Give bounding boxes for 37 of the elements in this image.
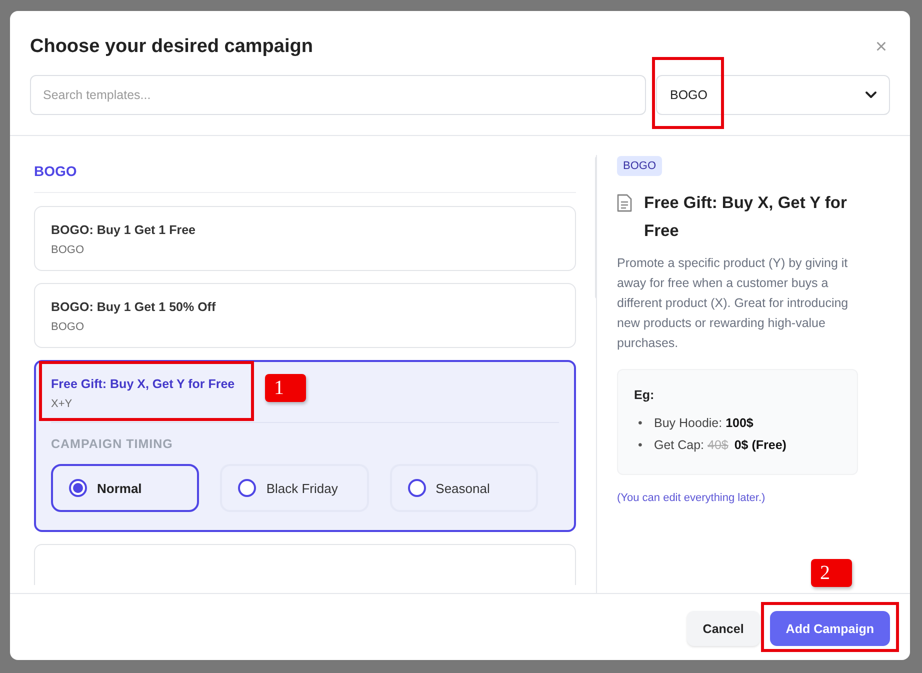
template-card[interactable]: BOGO: Buy 1 Get 1 50% Off BOGO <box>34 283 576 348</box>
template-title: Free Gift: Buy X, Get Y for Free <box>51 376 235 393</box>
bullet: • <box>638 415 644 432</box>
example-item: Buy Hoodie: 100$ <box>654 415 754 432</box>
preview-title: Free Gift: Buy X, Get Y for Free <box>644 193 848 242</box>
chevron-down-icon <box>865 91 877 99</box>
radio-icon <box>238 479 256 497</box>
radio-icon <box>69 479 87 497</box>
example-heading: Eg: <box>634 388 654 402</box>
template-category: BOGO <box>51 320 84 335</box>
template-title: BOGO: Buy 1 Get 1 50% Off <box>51 299 216 316</box>
example-item: Get Cap: 40$ 0$ (Free) <box>654 437 786 454</box>
dialog-title: Choose your desired campaign <box>30 36 313 58</box>
template-title: BOGO: Buy 1 Get 1 Free <box>51 222 196 239</box>
radio-icon <box>408 479 426 497</box>
edit-note: (You can edit everything later.) <box>617 492 766 504</box>
template-category: X+Y <box>51 397 72 412</box>
highlight-frame <box>652 57 724 129</box>
section-label: CAMPAIGN TIMING <box>51 437 174 451</box>
cancel-button[interactable]: Cancel <box>686 611 760 646</box>
timing-option[interactable]: Black Friday <box>220 464 369 512</box>
template-card[interactable] <box>34 544 576 585</box>
group-heading: BOGO <box>34 162 77 181</box>
bullet: • <box>638 437 644 454</box>
search-field[interactable]: Search templates... <box>30 75 646 115</box>
category-tag: BOGO <box>617 156 662 176</box>
timing-option[interactable]: Seasonal <box>390 464 538 512</box>
category-select[interactable]: BOGO <box>656 75 890 115</box>
step-badge: 2 <box>811 559 852 587</box>
select-value: BOGO <box>670 88 708 102</box>
add-campaign-button[interactable]: Add Campaign <box>770 611 890 646</box>
template-category: BOGO <box>51 243 84 258</box>
preview-description: Promote a specific product (Y) by giving it away for free when a customer buys a different product (X). Great for introducing new products or rewarding high-value purchases. <box>617 255 850 352</box>
timing-option[interactable]: Normal <box>51 464 200 512</box>
step-badge: 1 <box>265 374 306 402</box>
document-icon <box>617 194 632 212</box>
template-card[interactable]: BOGO: Buy 1 Get 1 Free BOGO <box>34 206 576 271</box>
